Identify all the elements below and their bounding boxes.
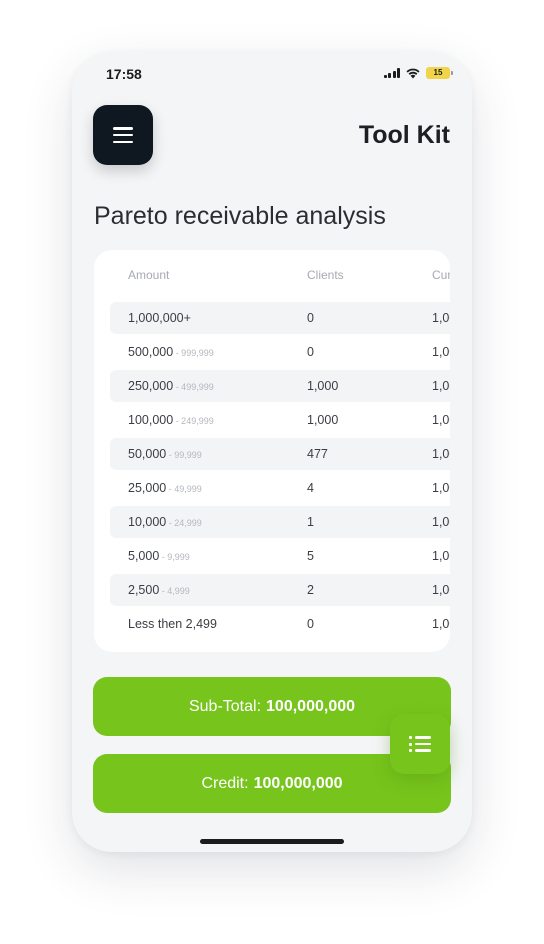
row-clients: 2 [307,583,314,597]
row-cumulative: 1,000 [432,413,450,427]
row-clients: 5 [307,549,314,563]
battery-icon: 15 [426,67,453,79]
row-cumulative: 1,000 [432,345,450,359]
subtotal-label: Sub-Total: [188,697,262,715]
row-amount: 50,000 - 99,999 [128,447,202,461]
row-amount: 1,000,000+ [128,311,191,325]
row-cumulative: 1,000 [432,481,450,495]
table-row: 5,000 - 9,999 5 1,000 [110,540,450,572]
row-cumulative: 1,000 [432,311,450,325]
row-amount: Less then 2,499 [128,617,217,631]
table-row: 500,000 - 999,999 0 1,000 [110,336,450,368]
phone-frame: 17:58 15 Tool Kit Pareto receivable anal… [72,52,472,852]
row-cumulative: 1,000 [432,549,450,563]
home-indicator[interactable] [200,839,344,844]
row-cumulative: 1,000 [432,447,450,461]
list-icon [409,736,431,752]
row-clients: 477 [307,447,328,461]
app-title: Tool Kit [358,121,450,149]
column-header-amount: Amount [128,268,170,282]
row-clients: 4 [307,481,314,495]
row-amount: 500,000 - 999,999 [128,345,214,359]
table-header: Amount Clients Cumulative [94,268,450,286]
table-row: 100,000 - 249,999 1,000 1,000 [110,404,450,436]
row-clients: 0 [307,345,314,359]
table-row: 25,000 - 49,999 4 1,000 [110,472,450,504]
pareto-table: Amount Clients Cumulative 1,000,000+ 0 1… [94,250,450,652]
page-title: Pareto receivable analysis [94,202,386,230]
signal-icon [383,68,400,78]
menu-button[interactable] [93,105,153,165]
table-row: 10,000 - 24,999 1 1,000 [110,506,450,538]
row-cumulative: 1,000 [432,379,450,393]
row-amount: 100,000 - 249,999 [128,413,214,427]
row-amount: 250,000 - 499,999 [128,379,214,393]
subtotal-value: 100,000,000 [266,697,356,715]
row-clients: 1,000 [307,413,339,427]
table-row: 1,000,000+ 0 1,000 [110,302,450,334]
row-cumulative: 1,000 [432,583,450,597]
row-amount: 2,500 - 4,999 [128,583,190,597]
table-row: Less then 2,499 0 1,000 [110,608,450,640]
credit-label: Credit: [201,774,249,792]
row-clients: 1,000 [307,379,339,393]
status-icons: 15 [383,67,453,79]
table-row: 250,000 - 499,999 1,000 1,000 [110,370,450,402]
row-amount: 25,000 - 49,999 [128,481,202,495]
row-clients: 0 [307,311,314,325]
table-row: 2,500 - 4,999 2 1,000 [110,574,450,606]
table-row: 50,000 - 99,999 477 1,000 [110,438,450,470]
status-bar: 17:58 15 [72,52,472,96]
wifi-icon [406,68,420,78]
column-header-cumulative: Cumulative [432,268,450,282]
credit-value: 100,000,000 [253,774,343,792]
row-cumulative: 1,000 [432,617,450,631]
list-fab-button[interactable] [390,714,450,774]
status-time: 17:58 [106,66,142,82]
column-header-clients: Clients [307,268,344,282]
row-clients: 0 [307,617,314,631]
hamburger-icon [113,127,133,143]
row-amount: 10,000 - 24,999 [128,515,202,529]
row-clients: 1 [307,515,314,529]
row-cumulative: 1,000 [432,515,450,529]
row-amount: 5,000 - 9,999 [128,549,190,563]
